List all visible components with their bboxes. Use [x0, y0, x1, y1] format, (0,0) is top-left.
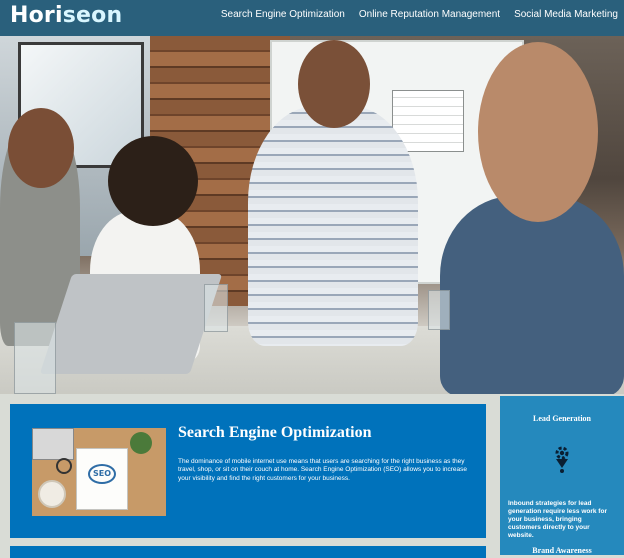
coffee-cup-icon	[38, 480, 66, 508]
seo-text: The dominance of mobile internet use mea…	[178, 458, 468, 482]
brand-awareness-heading: Brand Awareness	[532, 546, 592, 555]
seo-heading: Search Engine Optimization	[178, 424, 372, 441]
main-nav: Search Engine Optimization Online Reputa…	[221, 9, 618, 20]
next-section	[10, 546, 486, 558]
person-center-head	[298, 40, 370, 128]
site-logo[interactable]: Horiseon	[10, 3, 122, 28]
magnifier-icon	[56, 458, 72, 474]
water-glass	[204, 284, 228, 332]
nav-link-reputation[interactable]: Online Reputation Management	[359, 9, 500, 20]
logo-main: Hori	[10, 3, 63, 28]
water-glass	[14, 322, 56, 394]
lead-generation-icon	[555, 446, 569, 473]
logo-accent: seon	[62, 3, 123, 28]
site-header: Horiseon Search Engine Optimization Onli…	[0, 0, 624, 36]
person-right-body	[440, 196, 624, 394]
seo-section: SEO Search Engine Optimization The domin…	[10, 404, 486, 538]
person-woman-head	[108, 136, 198, 226]
nav-link-social-media[interactable]: Social Media Marketing	[514, 9, 618, 20]
hero-image	[0, 36, 624, 394]
image-laptop	[32, 428, 74, 460]
nav-link-seo[interactable]: Search Engine Optimization	[221, 9, 345, 20]
benefits-sidebar: Lead Generation Inbound strategies for l…	[500, 396, 624, 555]
lead-generation-heading: Lead Generation	[533, 414, 591, 423]
person-center-body	[248, 106, 418, 346]
image-plant	[130, 432, 152, 454]
water-glass	[428, 290, 450, 330]
seo-image: SEO	[32, 428, 166, 516]
person-right-head	[478, 42, 598, 222]
seo-badge: SEO	[88, 464, 116, 484]
lead-generation-text: Inbound strategies for lead generation r…	[508, 500, 607, 539]
person-left-head	[8, 108, 74, 188]
